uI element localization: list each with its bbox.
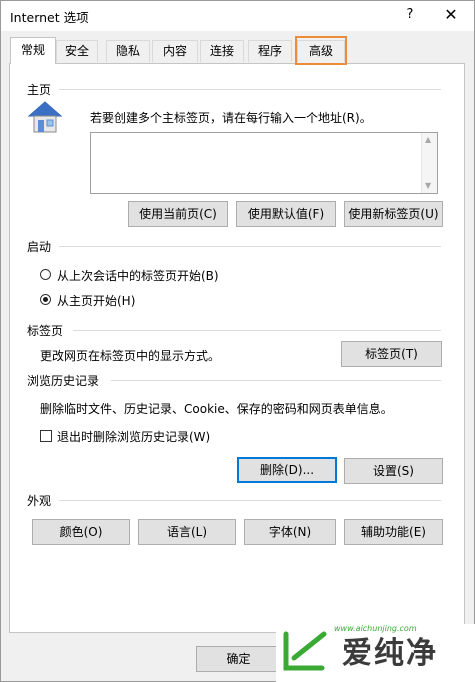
radio-homepage[interactable] [40,294,51,305]
tab-programs[interactable]: 程序 [248,40,292,62]
delete-history-button[interactable]: 删除(D)... [237,457,337,483]
help-button[interactable]: ? [399,4,421,26]
tabs-divider [73,330,441,331]
tab-advanced[interactable]: 高级 [297,40,345,62]
history-settings-button[interactable]: 设置(S) [344,458,443,484]
tab-connections[interactable]: 连接 [200,40,244,62]
history-divider [111,380,441,381]
radio-homepage-label[interactable]: 从主页开始(H) [57,292,135,309]
tab-general[interactable]: 常规 [10,37,56,64]
homepage-divider [59,89,441,90]
tabs-settings-button[interactable]: 标签页(T) [341,341,442,367]
tab-content[interactable]: 内容 [152,40,198,62]
internet-options-window: Internet 选项 ? ✕ 常规 安全 隐私 内容 连接 程序 高级 主页 … [0,0,475,682]
scroll-down-icon[interactable]: ▼ [425,181,431,190]
radio-last-session[interactable] [40,269,51,280]
ok-button[interactable]: 确定 [196,646,281,672]
tabs-section-title: 标签页 [27,324,64,338]
startup-divider [59,246,441,247]
tabs-description: 更改网页在标签页中的显示方式。 [40,349,221,363]
fonts-button[interactable]: 字体(N) [244,519,336,545]
home-icon [27,101,63,133]
close-button[interactable]: ✕ [438,4,464,26]
homepage-section-title: 主页 [27,83,52,97]
history-section-title: 浏览历史记录 [27,374,100,388]
use-current-button[interactable]: 使用当前页(C) [128,201,228,227]
homepage-url-scrollbar[interactable]: ▲ ▼ [421,133,437,193]
watermark-logo-icon [283,631,327,671]
tab-security[interactable]: 安全 [56,40,98,62]
appearance-divider [59,500,441,501]
scroll-up-icon[interactable]: ▲ [425,135,431,144]
use-default-button[interactable]: 使用默认值(F) [236,201,336,227]
use-new-tab-button[interactable]: 使用新标签页(U) [344,201,443,227]
tab-privacy[interactable]: 隐私 [106,40,150,62]
accessibility-button[interactable]: 辅助功能(E) [344,519,443,545]
window-title: Internet 选项 [10,10,89,25]
radio-last-session-label[interactable]: 从上次会话中的标签页开始(B) [57,267,219,284]
colors-button[interactable]: 颜色(O) [32,519,130,545]
watermark-brand: 爱纯净 [342,636,438,671]
delete-on-exit-label[interactable]: 退出时删除浏览历史记录(W) [57,428,210,445]
startup-section-title: 启动 [27,240,52,254]
history-description: 删除临时文件、历史记录、Cookie、保存的密码和网页表单信息。 [40,402,393,416]
radio-homepage-selected-dot [43,297,48,302]
homepage-description: 若要创建多个主标签页，请在每行输入一个地址(R)。 [90,111,372,125]
watermark: www.aichunjing.com 爱纯净 [276,624,475,682]
homepage-url-textarea[interactable]: ▲ ▼ [90,132,438,194]
title-bar: Internet 选项 ? ✕ [1,1,474,31]
delete-on-exit-checkbox[interactable] [40,430,52,442]
tab-strip: 常规 安全 隐私 内容 连接 程序 高级 [1,31,474,64]
appearance-section-title: 外观 [27,494,52,508]
languages-button[interactable]: 语言(L) [138,519,236,545]
